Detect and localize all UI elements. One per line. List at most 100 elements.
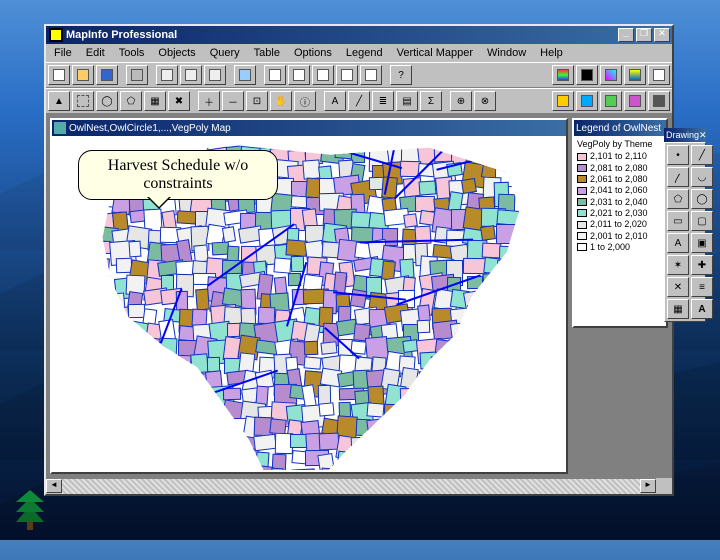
radius-select-tool[interactable]: ◯ [96, 91, 118, 111]
region-style-button[interactable]: ▦ [667, 299, 689, 319]
cut-button[interactable] [156, 65, 178, 85]
draw-line-tool[interactable]: ╱ [691, 145, 713, 165]
callout-bubble: Harvest Schedule w/o constraints [78, 150, 278, 200]
app-icon [49, 28, 63, 42]
symbol-style-button[interactable]: ✕ [667, 277, 689, 297]
vm-extra5-button[interactable] [648, 91, 670, 111]
save-button[interactable] [96, 65, 118, 85]
zoom-in-tool[interactable]: ＋ [198, 91, 220, 111]
legend-window-titlebar[interactable]: Legend of OwlNest [574, 120, 666, 136]
boundary-select-tool[interactable]: ▦ [144, 91, 166, 111]
scroll-right-button[interactable]: ► [640, 479, 656, 493]
drawing-toolbar-close[interactable]: ✕ [699, 130, 707, 141]
text-style-button[interactable]: A [691, 299, 713, 319]
legend-button[interactable]: ▤ [396, 91, 418, 111]
draw-roundrect-tool[interactable]: ▢ [691, 211, 713, 231]
legend-item: 2,001 to 2,010 [577, 231, 663, 241]
drawing-toolbar[interactable]: Drawing ✕ • ╱ 〳 ◡ ⬠ ◯ ▭ ▢ A ▣ ✶ ✚ ✕ ≡ ▦ … [664, 128, 706, 322]
clear-target-button[interactable]: ⊗ [474, 91, 496, 111]
new-graph-button[interactable] [360, 65, 382, 85]
vm-extra1-button[interactable] [552, 91, 574, 111]
draw-symbol-tool[interactable]: • [667, 145, 689, 165]
map-canvas[interactable]: Harvest Schedule w/o constraints [54, 138, 564, 470]
legend-label: 2,001 to 2,010 [590, 231, 648, 241]
menu-tools[interactable]: Tools [113, 46, 151, 60]
paste-button[interactable] [204, 65, 226, 85]
view-entire-tool[interactable]: ⊡ [246, 91, 268, 111]
menu-table[interactable]: Table [248, 46, 286, 60]
info-tool[interactable]: ⓘ [294, 91, 316, 111]
scroll-track[interactable] [62, 479, 640, 494]
menu-edit[interactable]: Edit [80, 46, 111, 60]
reshape-tool[interactable]: ✶ [667, 255, 689, 275]
select-tool[interactable]: ▲ [48, 91, 70, 111]
draw-ellipse-tool[interactable]: ◯ [691, 189, 713, 209]
vm-extra3-button[interactable] [600, 91, 622, 111]
new-browser-button[interactable] [312, 65, 334, 85]
zoom-out-tool[interactable]: － [222, 91, 244, 111]
ruler-tool[interactable]: ╱ [348, 91, 370, 111]
draw-arc-tool[interactable]: ◡ [691, 167, 713, 187]
new-table-button[interactable] [264, 65, 286, 85]
legend-group-title: VegPoly by Theme [577, 139, 663, 149]
vm-region-button[interactable] [600, 65, 622, 85]
legend-swatch [577, 232, 587, 240]
polygon-select-tool[interactable]: ⬠ [120, 91, 142, 111]
maximize-button[interactable]: ❐ [636, 28, 652, 42]
set-target-button[interactable]: ⊕ [450, 91, 472, 111]
legend-body: VegPoly by Theme 2,101 to 2,1102,081 to … [574, 136, 666, 256]
menu-window[interactable]: Window [481, 46, 532, 60]
minimize-button[interactable]: _ [618, 28, 634, 42]
menu-file[interactable]: File [48, 46, 78, 60]
copy-button[interactable] [180, 65, 202, 85]
vm-info-button[interactable] [648, 65, 670, 85]
callout-line2: constraints [89, 175, 267, 193]
open-button[interactable] [72, 65, 94, 85]
map-window[interactable]: OwlNest,OwlCircle1,...,VegPoly Map Harve… [50, 118, 568, 474]
vm-contour-button[interactable] [576, 65, 598, 85]
statistics-button[interactable]: Σ [420, 91, 442, 111]
label-tool[interactable]: A [324, 91, 346, 111]
menu-objects[interactable]: Objects [152, 46, 201, 60]
new-layout-button[interactable] [336, 65, 358, 85]
vm-extra2-button[interactable] [576, 91, 598, 111]
new-map-button[interactable] [288, 65, 310, 85]
menu-legend[interactable]: Legend [340, 46, 389, 60]
add-node-tool[interactable]: ✚ [691, 255, 713, 275]
vm-extra4-button[interactable] [624, 91, 646, 111]
toolbar-main: ? [46, 62, 672, 88]
menu-options[interactable]: Options [288, 46, 338, 60]
menu-help[interactable]: Help [534, 46, 569, 60]
draw-polygon-tool[interactable]: ⬠ [667, 189, 689, 209]
map-window-titlebar[interactable]: OwlNest,OwlCircle1,...,VegPoly Map [52, 120, 566, 136]
draw-text-tool[interactable]: A [667, 233, 689, 253]
draw-polyline-tool[interactable]: 〳 [667, 167, 689, 187]
legend-item: 2,021 to 2,030 [577, 208, 663, 218]
legend-label: 2,021 to 2,030 [590, 208, 648, 218]
legend-item: 2,031 to 2,040 [577, 197, 663, 207]
close-button[interactable]: ✕ [654, 28, 670, 42]
vm-grid-button[interactable] [552, 65, 574, 85]
scroll-left-button[interactable]: ◄ [46, 479, 62, 493]
new-button[interactable] [48, 65, 70, 85]
horizontal-scrollbar[interactable]: ◄ ► [46, 478, 656, 494]
titlebar[interactable]: MapInfo Professional _ ❐ ✕ [46, 26, 672, 44]
undo-button[interactable] [234, 65, 256, 85]
print-button[interactable] [126, 65, 148, 85]
legend-window[interactable]: Legend of OwlNest VegPoly by Theme 2,101… [572, 118, 668, 328]
menu-vertical-mapper[interactable]: Vertical Mapper [391, 46, 479, 60]
vm-analysis-button[interactable] [624, 65, 646, 85]
layers-button[interactable]: ≣ [372, 91, 394, 111]
legend-swatch [577, 175, 587, 183]
legend-label: 1 to 2,000 [590, 242, 630, 252]
grabber-tool[interactable]: ✋ [270, 91, 292, 111]
legend-item: 2,041 to 2,060 [577, 185, 663, 195]
draw-frame-tool[interactable]: ▣ [691, 233, 713, 253]
marquee-select-tool[interactable] [72, 91, 94, 111]
line-style-button[interactable]: ≡ [691, 277, 713, 297]
draw-rect-tool[interactable]: ▭ [667, 211, 689, 231]
menu-query[interactable]: Query [204, 46, 246, 60]
legend-swatch [577, 153, 587, 161]
unselect-tool[interactable]: ✖ [168, 91, 190, 111]
help-button[interactable]: ? [390, 65, 412, 85]
